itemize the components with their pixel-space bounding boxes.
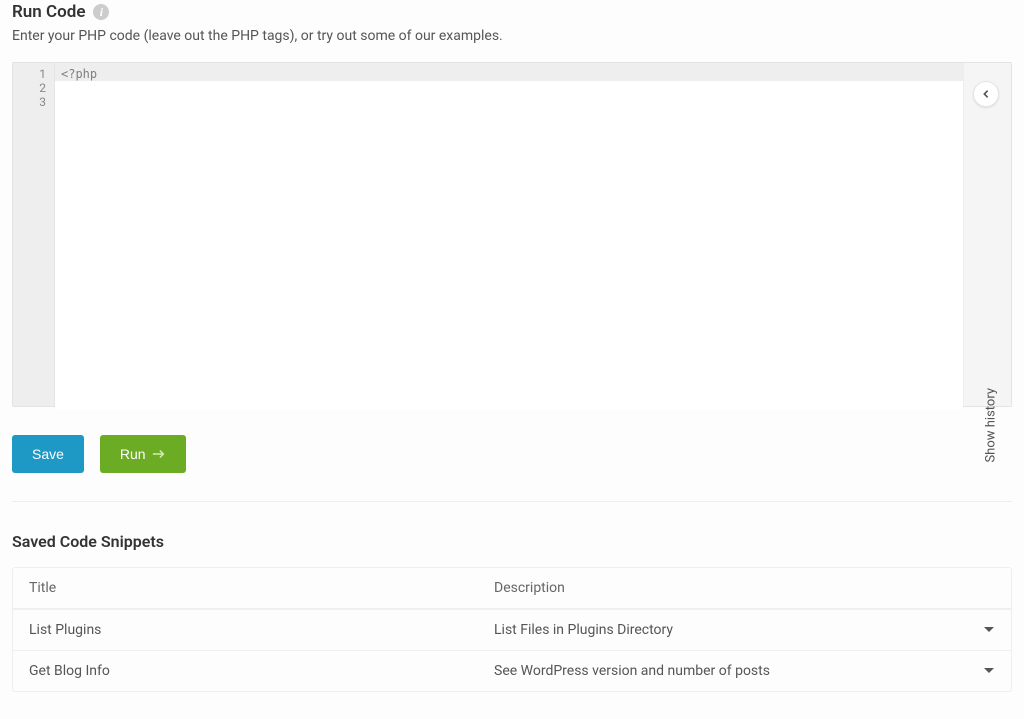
run-button[interactable]: Run: [100, 435, 186, 473]
col-header-description: Description: [494, 580, 971, 596]
line-number: 2: [13, 81, 54, 95]
snippet-description: See WordPress version and number of post…: [494, 663, 971, 679]
editor-right-rail: Show history: [963, 63, 1011, 406]
collapse-button[interactable]: [973, 81, 999, 107]
expand-toggle[interactable]: [971, 663, 995, 679]
table-header: Title Description: [13, 568, 1011, 609]
arrow-right-icon: [152, 448, 166, 460]
expand-toggle[interactable]: [971, 622, 995, 638]
page-subtitle: Enter your PHP code (leave out the PHP t…: [12, 28, 1012, 44]
table-row[interactable]: Get Blog Info See WordPress version and …: [13, 650, 1011, 691]
show-history-button[interactable]: Show history: [984, 388, 999, 463]
col-header-title: Title: [29, 580, 494, 596]
snippet-title: List Plugins: [29, 622, 494, 638]
snippet-description: List Files in Plugins Directory: [494, 622, 971, 638]
snippet-title: Get Blog Info: [29, 663, 494, 679]
table-row[interactable]: List Plugins List Files in Plugins Direc…: [13, 609, 1011, 650]
action-bar: Save Run: [12, 435, 1012, 473]
save-button[interactable]: Save: [12, 435, 84, 473]
save-button-label: Save: [32, 446, 64, 462]
info-icon[interactable]: i: [93, 4, 109, 20]
snippets-table: Title Description List Plugins List File…: [12, 567, 1012, 692]
line-number: 1: [13, 67, 54, 81]
saved-snippets-title: Saved Code Snippets: [12, 532, 1012, 551]
caret-down-icon: [983, 626, 995, 634]
line-number: 3: [13, 95, 54, 109]
code-editor[interactable]: 1 2 3 <?php Show history: [12, 62, 1012, 407]
code-textarea[interactable]: <?php: [55, 63, 963, 406]
caret-down-icon: [983, 667, 995, 675]
code-line-1: <?php: [55, 67, 963, 81]
editor-gutter: 1 2 3: [13, 63, 55, 406]
run-button-label: Run: [120, 446, 146, 462]
page-title: Run Code: [12, 2, 85, 22]
chevron-left-icon: [981, 89, 991, 99]
